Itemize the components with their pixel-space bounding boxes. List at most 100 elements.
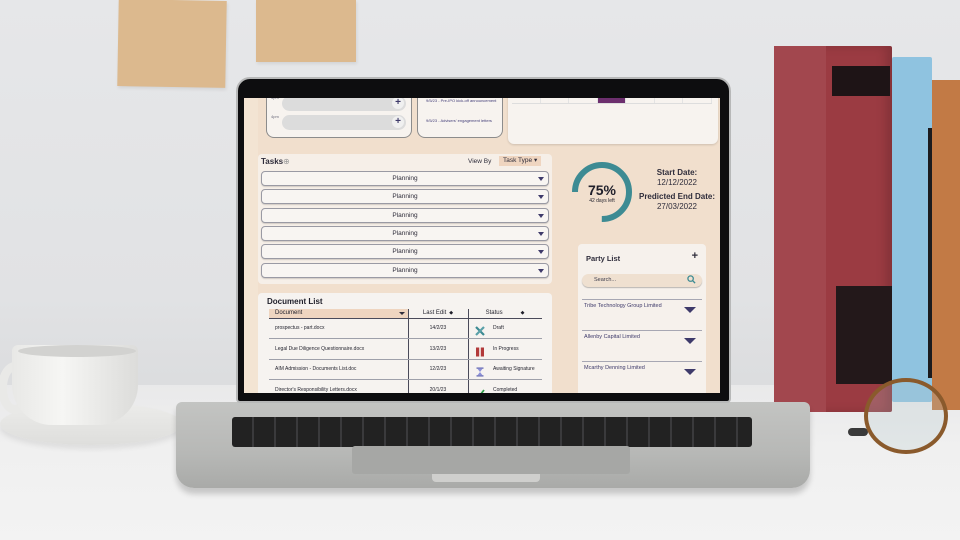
note-item[interactable]: 9/5/23 - Pre-IPO kick-off announcement — [426, 98, 498, 103]
sort-icon[interactable]: ◆ — [521, 309, 525, 318]
timeline-tab[interactable] — [569, 98, 598, 103]
timeline-card — [508, 98, 718, 144]
project-dates: Start Date: 12/12/2022 Predicted End Dat… — [634, 168, 720, 212]
column-status[interactable]: Status ◆ — [468, 309, 542, 318]
search-icon[interactable] — [687, 275, 696, 284]
eyeglasses — [864, 378, 948, 454]
check-icon — [475, 385, 485, 393]
document-name[interactable]: AIM Admission - Documents List.doc — [275, 366, 356, 372]
document-status: Completed — [493, 386, 518, 393]
task-row-label: Planning — [392, 229, 418, 237]
red-book — [774, 46, 892, 412]
task-row[interactable]: Planning — [261, 244, 549, 260]
calendar-slot[interactable]: + — [282, 98, 406, 111]
chevron-down-icon[interactable] — [538, 177, 544, 181]
task-row-label: Planning — [392, 175, 418, 182]
plus-circle-icon[interactable]: ⊕ — [283, 157, 290, 166]
timeline-tab[interactable] — [683, 98, 713, 103]
sticky-note — [117, 0, 227, 88]
chevron-down-icon[interactable] — [684, 369, 696, 375]
end-date-value: 27/03/2022 — [656, 202, 698, 211]
party-list-item[interactable]: Tribe Technology Group Limited — [582, 299, 702, 329]
calendar-card: 3pm + 4pm + — [266, 98, 412, 138]
chevron-down-icon[interactable] — [538, 195, 544, 200]
document-status: In Progress — [493, 345, 519, 352]
time-label: 4pm — [271, 114, 279, 119]
blue-book — [892, 57, 932, 402]
cup-rim — [18, 345, 136, 357]
task-row[interactable]: Planning — [261, 207, 549, 223]
timeline-tab[interactable] — [512, 98, 541, 103]
task-row-label: Planning — [392, 193, 418, 201]
party-search-input[interactable]: Search... — [582, 274, 702, 287]
calendar-slot[interactable]: + — [282, 115, 406, 130]
document-name[interactable]: prospectus - part.docx — [275, 325, 324, 331]
chevron-down-icon[interactable] — [399, 312, 405, 315]
column-status-label: Status — [485, 310, 503, 316]
task-type-value: Task Type — [503, 157, 533, 164]
sort-icon[interactable]: ◆ — [449, 309, 453, 318]
chevron-down-icon[interactable] — [538, 268, 544, 273]
document-status: Awaiting Signature — [493, 366, 535, 372]
task-type-dropdown[interactable]: Task Type ▾ — [499, 156, 542, 166]
party-list-card: Party List + Search... Tribe Technology … — [578, 244, 706, 393]
start-date-value: 12/12/2022 — [656, 178, 698, 187]
party-name: Tribe Technology Group Limited — [584, 303, 662, 309]
timeline-tab-active[interactable] — [597, 98, 627, 103]
task-row-label: Planning — [392, 248, 418, 256]
dashboard-screen: 3pm + 4pm + 9/5/23 - Pre-IPO kick-off an… — [244, 98, 720, 393]
sticky-note — [256, 0, 356, 62]
column-document-label: Document — [275, 310, 303, 316]
task-row[interactable]: Planning — [261, 262, 549, 278]
chevron-down-icon[interactable] — [538, 250, 544, 255]
keyboard — [232, 417, 752, 447]
start-date-label: Start Date: — [656, 168, 698, 177]
column-document[interactable]: Document — [269, 309, 408, 318]
document-status: Draft — [493, 325, 504, 331]
add-event-icon[interactable]: + — [392, 116, 404, 128]
coffee-cup — [12, 345, 138, 425]
document-row[interactable]: Director's Responsibility Letters.docx 2… — [269, 381, 542, 393]
add-party-button[interactable]: + — [692, 250, 698, 262]
trackpad — [352, 446, 630, 474]
time-label: 3pm — [271, 98, 279, 100]
document-row[interactable]: AIM Admission - Documents List.doc 12/2/… — [269, 360, 542, 380]
document-last-edit: 13/2/23 — [429, 345, 447, 352]
pencil-ruler-icon — [475, 323, 485, 336]
glasses-arm — [848, 428, 868, 436]
progress-percent: 75% — [587, 182, 617, 198]
document-list-title: Document List — [267, 297, 323, 306]
task-row-label: Planning — [392, 211, 418, 219]
task-row[interactable]: Planning — [261, 225, 549, 241]
chevron-down-icon[interactable] — [684, 338, 696, 344]
document-row[interactable]: prospectus - part.docx 14/2/23 Draft — [269, 319, 542, 339]
party-list-item[interactable]: Allenby Capital Limited — [582, 330, 702, 360]
document-list-card: Document List Document Last Edit ◆ Status… — [258, 293, 552, 393]
chevron-down-icon[interactable] — [538, 231, 544, 236]
document-name[interactable]: Legal Due Diligence Questionnaire.docx — [275, 346, 364, 352]
task-row[interactable]: Planning — [261, 189, 549, 205]
timeline-tab[interactable] — [655, 98, 684, 103]
timeline-tab[interactable] — [626, 98, 655, 103]
pause-icon — [475, 344, 485, 356]
lid-notch — [432, 474, 540, 482]
chevron-down-icon[interactable] — [684, 307, 696, 313]
column-last-edit[interactable]: Last Edit ◆ — [408, 309, 468, 318]
add-event-icon[interactable]: + — [392, 98, 404, 109]
party-list-item[interactable]: Mcarthy Denning Limited — [582, 361, 702, 391]
end-date-label: Predicted End Date: — [638, 192, 715, 201]
document-name[interactable]: Director's Responsibility Letters.docx — [275, 387, 357, 393]
view-by-label: View By — [468, 158, 492, 165]
chevron-down-icon[interactable] — [538, 213, 544, 218]
task-row[interactable]: Planning — [261, 171, 549, 186]
party-list-title: Party List — [586, 254, 621, 263]
search-placeholder: Search... — [594, 277, 617, 283]
orange-book — [932, 80, 960, 410]
timeline-tabs — [512, 98, 713, 104]
document-table-header: Document Last Edit ◆ Status ◆ — [269, 309, 542, 319]
tasks-title: Tasks — [261, 157, 284, 166]
note-item[interactable]: 9/5/23 - Advisers' engagement letters — [426, 118, 498, 123]
timeline-tab[interactable] — [541, 98, 570, 103]
notes-card: 9/5/23 - Pre-IPO kick-off announcement 9… — [417, 98, 503, 138]
document-row[interactable]: Legal Due Diligence Questionnaire.docx 1… — [269, 340, 542, 360]
